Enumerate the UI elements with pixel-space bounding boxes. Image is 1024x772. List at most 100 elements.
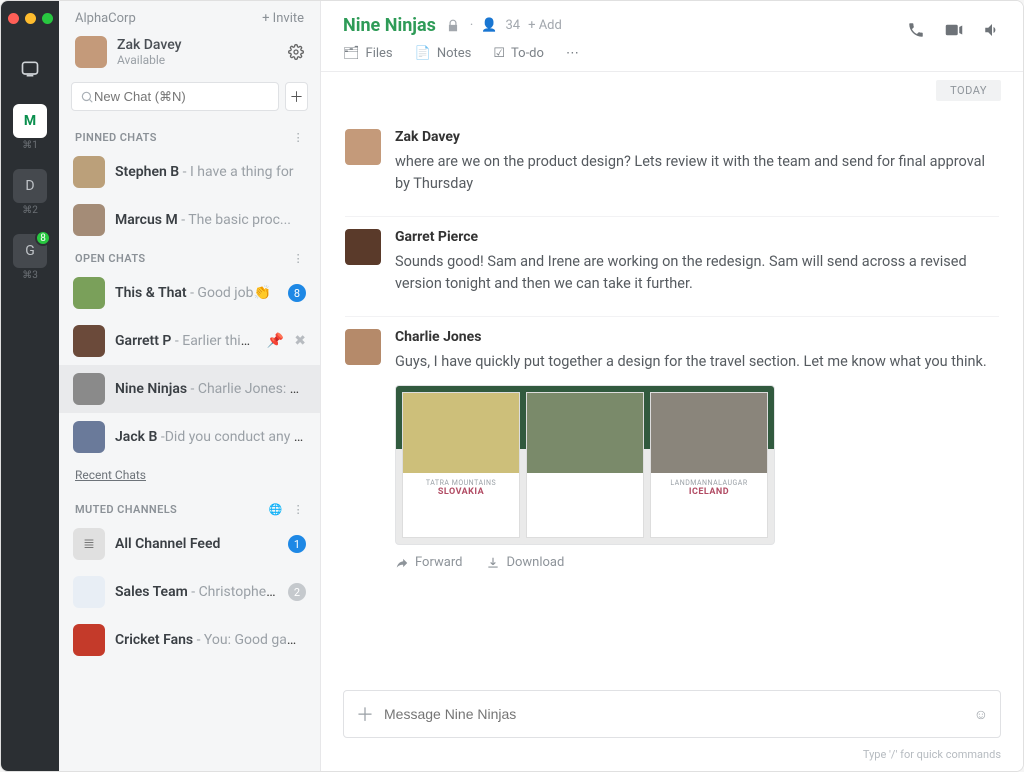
profile-row[interactable]: Zak Davey Available: [59, 30, 320, 82]
lock-icon: [446, 19, 460, 33]
workspace-rail: M ⌘1 D ⌘2 G 8 ⌘3: [1, 1, 59, 771]
avatar: [73, 325, 105, 357]
section-open: OPEN CHATS: [75, 252, 146, 265]
unread-badge: 8: [288, 284, 306, 302]
message-author: Zak Davey: [395, 129, 999, 145]
unread-badge: 2: [288, 583, 306, 601]
shortcut-label: ⌘3: [22, 270, 38, 281]
org-name: AlphaCorp: [75, 11, 136, 26]
conversation-pane: Nine Ninjas · 👤 34 + Add 🗂Files 📄Notes: [321, 1, 1023, 771]
chat-item[interactable]: Marcus M - The basic proc...: [59, 196, 320, 244]
chat-item[interactable]: Jack B -Did you conduct any sur: [59, 413, 320, 461]
channel-title[interactable]: Nine Ninjas: [343, 15, 436, 36]
message: Garret Pierce Sounds good! Sam and Irene…: [345, 217, 999, 317]
files-icon: 🗂: [343, 46, 360, 61]
window-controls: [8, 9, 53, 34]
message-author: Charlie Jones: [395, 329, 999, 345]
avatar: [73, 421, 105, 453]
emoji-icon[interactable]: ☺: [974, 706, 988, 723]
forward-button[interactable]: Forward: [395, 555, 462, 570]
call-icon[interactable]: [907, 21, 925, 39]
clap-emoji: 👏: [254, 285, 271, 301]
profile-status: Available: [117, 53, 181, 67]
sidebar: AlphaCorp + Invite Zak Davey Available ＋…: [59, 1, 321, 771]
more-icon[interactable]: ⋮: [293, 503, 304, 516]
shortcut-label: ⌘1: [22, 140, 38, 151]
chat-item[interactable]: Sales Team - Christopher J: d. 2: [59, 568, 320, 616]
avatar: [73, 624, 105, 656]
chat-item-active[interactable]: Nine Ninjas - Charlie Jones: G...: [59, 365, 320, 413]
avatar: [345, 129, 381, 165]
avatar: [73, 156, 105, 188]
attachment-card: TATRA MOUNTAINS SLOVAKIA: [402, 392, 520, 538]
tab-notes[interactable]: 📄Notes: [415, 46, 472, 61]
message: Charlie Jones Guys, I have quickly put t…: [345, 317, 999, 590]
avatar: [345, 329, 381, 365]
volume-icon[interactable]: [983, 21, 1001, 39]
composer-input[interactable]: [384, 706, 974, 722]
minimize-window[interactable]: [25, 13, 36, 24]
new-chat-button[interactable]: ＋: [285, 82, 308, 111]
attachment-card: LANDMANNALAUGAR ICELAND: [650, 392, 768, 538]
globe-icon[interactable]: 🌐: [268, 503, 282, 516]
avatar: [75, 36, 107, 68]
workspace-d[interactable]: D: [13, 169, 47, 203]
invite-button[interactable]: + Invite: [262, 11, 304, 26]
message-composer[interactable]: ＋ ☺: [343, 690, 1001, 738]
composer-hint: Type '/' for quick commands: [321, 744, 1023, 771]
tab-files[interactable]: 🗂Files: [343, 46, 393, 61]
attachment-preview[interactable]: TATRA MOUNTAINS SLOVAKIA LANDMANNALAUGAR…: [395, 385, 775, 545]
new-chat-search[interactable]: [71, 82, 279, 111]
message-text: Guys, I have quickly put together a desi…: [395, 351, 999, 373]
more-icon[interactable]: ⋮: [293, 252, 304, 265]
chat-item[interactable]: Garrett P - Earlier this... 📌 ✖: [59, 317, 320, 365]
unread-badge: 1: [288, 535, 306, 553]
shortcut-label: ⌘2: [22, 205, 38, 216]
close-window[interactable]: [8, 13, 19, 24]
member-count[interactable]: 34: [505, 18, 520, 33]
app-window: M ⌘1 D ⌘2 G 8 ⌘3 AlphaCorp + Invite Zak …: [0, 0, 1024, 772]
profile-name: Zak Davey: [117, 37, 181, 53]
date-divider: TODAY: [321, 72, 1023, 101]
avatar: [345, 229, 381, 265]
message-list: Zak Davey where are we on the product de…: [321, 101, 1023, 680]
unread-badge: 8: [35, 230, 51, 246]
close-icon[interactable]: ✖: [294, 333, 306, 349]
message-text: where are we on the product design? Lets…: [395, 151, 999, 196]
recent-chats-link[interactable]: Recent Chats: [75, 468, 146, 482]
chat-item[interactable]: Stephen B - I have a thing for: [59, 148, 320, 196]
chat-item[interactable]: ≣ All Channel Feed 1: [59, 520, 320, 568]
section-muted: MUTED CHANNELS: [75, 503, 177, 516]
search-input[interactable]: [94, 89, 270, 104]
avatar: [73, 277, 105, 309]
section-pinned: PINNED CHATS: [75, 131, 157, 144]
more-icon[interactable]: ⋮: [293, 131, 304, 144]
message-text: Sounds good! Sam and Irene are working o…: [395, 251, 999, 296]
todo-icon: ☑: [493, 46, 505, 61]
chat-item[interactable]: This & That - Good job👏 8: [59, 269, 320, 317]
download-button[interactable]: Download: [486, 555, 564, 570]
message-author: Garret Pierce: [395, 229, 999, 245]
pin-icon[interactable]: 📌: [267, 333, 284, 349]
workspace-m[interactable]: M: [13, 104, 47, 138]
avatar: [73, 373, 105, 405]
video-icon[interactable]: [945, 21, 963, 39]
feed-icon: ≣: [73, 528, 105, 560]
tab-todo[interactable]: ☑To-do: [493, 46, 544, 61]
search-icon: [80, 90, 94, 104]
tab-more[interactable]: ⋯: [566, 46, 579, 61]
conversation-header: Nine Ninjas · 👤 34 + Add 🗂Files 📄Notes: [321, 1, 1023, 72]
feed-icon[interactable]: [13, 52, 47, 86]
members-icon: 👤: [481, 18, 497, 33]
workspace-g[interactable]: G 8: [13, 234, 47, 268]
attachment-card: [526, 392, 644, 538]
add-member[interactable]: + Add: [528, 18, 562, 33]
plus-icon[interactable]: ＋: [356, 701, 374, 727]
notes-icon: 📄: [415, 46, 431, 61]
avatar: [73, 576, 105, 608]
maximize-window[interactable]: [42, 13, 53, 24]
gear-icon[interactable]: [288, 44, 304, 60]
message: Zak Davey where are we on the product de…: [345, 117, 999, 217]
avatar: [73, 204, 105, 236]
chat-item[interactable]: Cricket Fans - You: Good game: [59, 616, 320, 664]
